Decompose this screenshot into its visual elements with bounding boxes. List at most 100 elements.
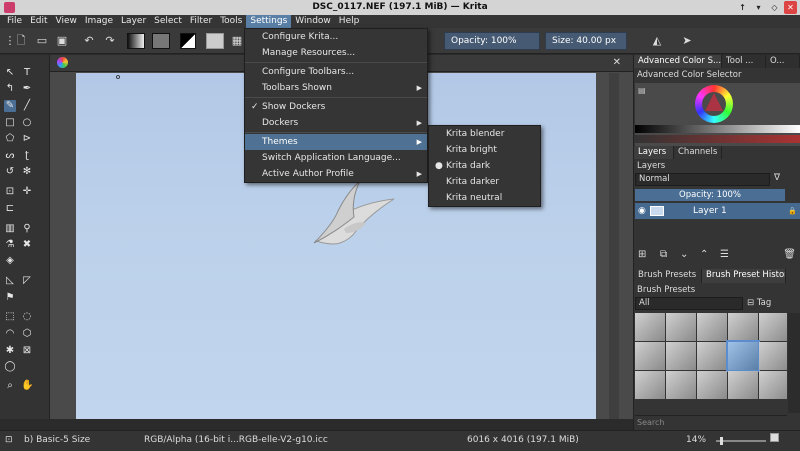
open-document-icon[interactable]: ▭ bbox=[35, 34, 49, 48]
tab-tool-options[interactable]: Tool ... bbox=[722, 55, 766, 68]
undo-icon[interactable]: ↶ bbox=[82, 34, 96, 48]
zoom-slider[interactable] bbox=[716, 437, 766, 445]
mirror-vertical-icon[interactable]: ➤ bbox=[680, 34, 694, 48]
brush-preset-item[interactable] bbox=[728, 371, 758, 399]
menu-item-toolbars-shown[interactable]: Toolbars Shown ▶ bbox=[245, 80, 427, 96]
brush-preset-item[interactable] bbox=[759, 342, 787, 370]
crop-tool-icon[interactable]: ⊏ bbox=[4, 203, 16, 215]
tab-advanced-color-selector[interactable]: Advanced Color S... bbox=[634, 55, 722, 68]
layer-filter-icon[interactable]: ∇ bbox=[774, 173, 780, 183]
color-picker-tool-icon[interactable]: ⚲ bbox=[21, 223, 33, 235]
size-slider[interactable]: Size: 40.00 px bbox=[545, 32, 627, 50]
keep-above-button[interactable]: ↑ bbox=[736, 1, 749, 14]
theme-krita-blender[interactable]: Krita blender bbox=[429, 126, 540, 142]
brush-preset-item[interactable] bbox=[759, 371, 787, 399]
select-shapes-tool-icon[interactable]: ↖ bbox=[4, 67, 16, 79]
layer-properties-icon[interactable]: ☰ bbox=[720, 249, 729, 260]
freehand-selection-tool-icon[interactable]: ◠ bbox=[4, 328, 16, 340]
menu-view[interactable]: View bbox=[52, 15, 81, 28]
menu-item-switch-language[interactable]: Switch Application Language... bbox=[245, 150, 427, 166]
close-document-tab-icon[interactable]: ✕ bbox=[613, 57, 621, 68]
saturation-slider[interactable] bbox=[635, 135, 800, 143]
tab-channels[interactable]: Channels bbox=[674, 146, 722, 159]
move-tool-icon[interactable]: ✛ bbox=[21, 186, 33, 198]
layer-lock-icon[interactable]: 🔒 bbox=[788, 203, 797, 219]
brush-preset-item[interactable] bbox=[666, 342, 696, 370]
minimize-button[interactable]: ▾ bbox=[752, 1, 765, 14]
color-selector-settings-icon[interactable]: ▤ bbox=[638, 86, 646, 95]
menu-help[interactable]: Help bbox=[335, 15, 364, 28]
tab-brush-presets[interactable]: Brush Presets bbox=[634, 269, 702, 283]
brush-search-input[interactable]: Search bbox=[635, 415, 787, 428]
reference-images-tool-icon[interactable]: ⚑ bbox=[4, 292, 16, 304]
theme-krita-dark[interactable]: ● Krita dark bbox=[429, 158, 540, 174]
close-window-button[interactable]: ✕ bbox=[784, 1, 797, 14]
line-tool-icon[interactable]: ╱ bbox=[21, 100, 33, 112]
brush-preset-item[interactable] bbox=[635, 313, 665, 341]
layer-row[interactable]: ◉ Layer 1 🔒 bbox=[635, 203, 800, 219]
theme-krita-neutral[interactable]: Krita neutral bbox=[429, 190, 540, 206]
magic-wand-tool-icon[interactable]: ✱ bbox=[4, 345, 16, 357]
brush-preset-item[interactable] bbox=[666, 313, 696, 341]
add-layer-icon[interactable]: ⊞ bbox=[638, 249, 646, 260]
zoom-tool-icon[interactable]: ⌕ bbox=[4, 380, 16, 392]
freehand-path-tool-icon[interactable]: ʈ bbox=[21, 150, 33, 162]
rectangle-tool-icon[interactable]: □ bbox=[4, 117, 16, 129]
save-document-icon[interactable]: ▣ bbox=[55, 34, 69, 48]
elliptical-selection-tool-icon[interactable]: ◌ bbox=[21, 311, 33, 323]
move-layer-down-icon[interactable]: ⌄ bbox=[680, 249, 688, 260]
bezier-selection-tool-icon[interactable]: ◯ bbox=[4, 361, 16, 373]
delete-layer-icon[interactable]: 🗑 bbox=[783, 249, 796, 260]
menu-item-active-author-profile[interactable]: Active Author Profile ▶ bbox=[245, 166, 427, 182]
color-sampler-tool-icon[interactable]: ⚗ bbox=[4, 239, 16, 251]
workspace-icon[interactable]: ▦ bbox=[230, 34, 244, 48]
canvas-vertical-scrollbar[interactable] bbox=[609, 73, 619, 419]
polyline-tool-icon[interactable]: ⊳ bbox=[21, 133, 33, 145]
menu-tools[interactable]: Tools bbox=[216, 15, 246, 28]
maximize-button[interactable]: ◇ bbox=[768, 1, 781, 14]
pan-tool-icon[interactable]: ✋ bbox=[21, 380, 33, 392]
freehand-brush-tool-icon[interactable]: ✎ bbox=[4, 100, 16, 112]
text-tool-icon[interactable]: T bbox=[21, 67, 33, 79]
value-slider[interactable] bbox=[635, 125, 800, 133]
gradient-swatch[interactable] bbox=[127, 33, 145, 49]
brush-preset-item-selected[interactable] bbox=[726, 340, 760, 372]
brush-preset-item[interactable] bbox=[697, 371, 727, 399]
gradient-tool-icon[interactable]: ▥ bbox=[4, 223, 16, 235]
fill-tool-icon[interactable]: ◈ bbox=[4, 255, 16, 267]
move-layer-up-icon[interactable]: ⌃ bbox=[700, 249, 708, 260]
redo-icon[interactable]: ↷ bbox=[103, 34, 117, 48]
menu-edit[interactable]: Edit bbox=[26, 15, 51, 28]
layer-opacity-slider[interactable]: Opacity: 100% bbox=[635, 189, 785, 201]
polygon-tool-icon[interactable]: ⬠ bbox=[4, 133, 16, 145]
multibrush-tool-icon[interactable]: ✻ bbox=[21, 166, 33, 178]
similar-selection-tool-icon[interactable]: ⊠ bbox=[21, 345, 33, 357]
brush-preset-scrollbar[interactable] bbox=[788, 313, 800, 413]
brush-preset-icon[interactable]: ⊡ bbox=[5, 435, 13, 445]
menu-item-themes[interactable]: Themes ▶ bbox=[245, 134, 427, 150]
brush-preset-item[interactable] bbox=[666, 371, 696, 399]
brush-preset-item[interactable] bbox=[728, 313, 758, 341]
brush-tag-button[interactable]: ⊟ Tag bbox=[747, 298, 771, 308]
menu-select[interactable]: Select bbox=[150, 15, 186, 28]
menu-item-show-dockers[interactable]: ✓ Show Dockers bbox=[245, 99, 427, 115]
rectangular-selection-tool-icon[interactable]: ⬚ bbox=[4, 311, 16, 323]
bezier-tool-icon[interactable]: ᔕ bbox=[4, 150, 16, 162]
tab-overview[interactable]: O... bbox=[766, 55, 800, 68]
menu-settings[interactable]: Settings bbox=[246, 15, 292, 28]
tab-brush-preset-history[interactable]: Brush Preset History bbox=[702, 269, 786, 283]
dynamic-brush-tool-icon[interactable]: ↺ bbox=[4, 166, 16, 178]
menu-filter[interactable]: Filter bbox=[186, 15, 216, 28]
theme-krita-darker[interactable]: Krita darker bbox=[429, 174, 540, 190]
brush-preset-item[interactable] bbox=[635, 342, 665, 370]
menu-window[interactable]: Window bbox=[291, 15, 335, 28]
menu-item-configure-toolbars[interactable]: Configure Toolbars... bbox=[245, 64, 427, 80]
opacity-slider[interactable]: Opacity: 100% bbox=[444, 32, 540, 50]
brush-preset-item[interactable] bbox=[759, 313, 787, 341]
brush-preset-button[interactable] bbox=[206, 33, 224, 49]
canvas-only-toggle-icon[interactable] bbox=[770, 433, 779, 442]
pattern-swatch[interactable] bbox=[152, 33, 170, 49]
calligraphy-tool-icon[interactable]: ✒ bbox=[21, 83, 33, 95]
color-wheel[interactable] bbox=[695, 85, 733, 123]
measure-tool-icon[interactable]: ◸ bbox=[21, 275, 33, 287]
